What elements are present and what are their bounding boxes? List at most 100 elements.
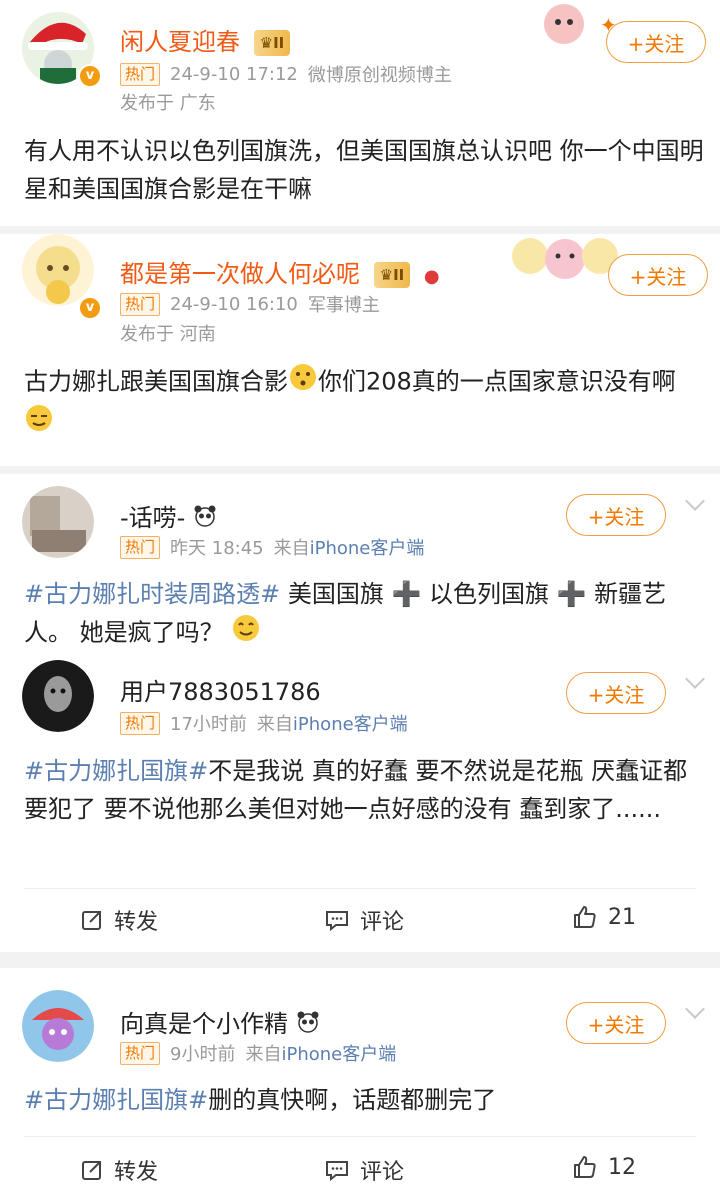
rank-badge: ♛ II (253, 30, 291, 56)
verified-badge: v (78, 296, 102, 320)
comment-icon (326, 911, 348, 932)
like-count: 21 (608, 904, 636, 930)
medal-icon: ● (423, 266, 440, 287)
follow-button[interactable]: +关注 (606, 21, 706, 63)
region: 发布于 广东 (120, 93, 216, 114)
source-client[interactable]: iPhone客户端 (310, 538, 425, 559)
username-text[interactable]: 向真是个小作精 (120, 1010, 288, 1038)
divider-gap (0, 952, 720, 968)
avatar[interactable] (22, 660, 94, 732)
sleepy-emoji (24, 403, 54, 444)
timestamp: 24-9-10 16:10 (170, 293, 298, 315)
hot-badge: 热门 (120, 535, 161, 559)
author-title: 微博原创视频博主 (307, 65, 452, 86)
panda-emoji (296, 1010, 320, 1040)
source-prefix: 来自 (273, 538, 310, 559)
drooling-emoji (231, 613, 261, 654)
username-text[interactable]: 都是第一次做人何必呢 (120, 260, 360, 288)
panda-emoji (193, 504, 217, 534)
avatar[interactable] (22, 486, 94, 558)
repost-label: 转发 (114, 910, 159, 935)
comment-label: 评论 (360, 1160, 405, 1185)
post-text-part: 古力娜扎跟美国国旗合影 (24, 367, 288, 396)
action-divider (24, 1136, 696, 1137)
cartoon-avatar (22, 990, 94, 1062)
chevron-down-icon[interactable] (685, 491, 705, 511)
avatar[interactable] (22, 234, 94, 306)
source-prefix: 来自 (256, 714, 293, 735)
post-meta: 热门 昨天 18:45 来自iPhone客户端 (120, 534, 424, 560)
post-meta: 热门 24-9-10 16:10 军事博主 (120, 291, 380, 317)
action-divider (24, 888, 696, 889)
source-client[interactable]: iPhone客户端 (293, 714, 408, 735)
follow-button[interactable]: +关注 (566, 672, 666, 714)
like-count: 12 (608, 1154, 636, 1180)
username[interactable]: -话唠- (120, 498, 217, 534)
author-title: 军事博主 (307, 295, 380, 316)
divider-gap (0, 466, 720, 474)
username-text[interactable]: -话唠- (120, 504, 185, 532)
verified-badge: v (78, 64, 102, 88)
avatar[interactable] (22, 990, 94, 1062)
username[interactable]: 闲人夏迎春 ♛ II (120, 22, 291, 57)
comment-button[interactable]: 评论 (324, 904, 404, 936)
hot-badge: 热门 (120, 62, 161, 86)
hot-badge: 热门 (120, 292, 161, 316)
timestamp: 9小时前 (170, 1044, 236, 1065)
post-meta: 热门 17小时前 来自iPhone客户端 (120, 710, 408, 736)
post-5: 向真是个小作精 热门 9小时前 来自iPhone客户端 +关注 #古力娜扎国旗#… (0, 968, 720, 1200)
post-text: #古力娜扎国旗#不是我说 真的好蠢 要不然说是花瓶 厌蠢证都要犯了 要不说他那么… (24, 752, 704, 828)
post-4: 用户7883051786 热门 17小时前 来自iPhone客户端 +关注 #古… (0, 656, 720, 952)
username[interactable]: 向真是个小作精 (120, 1004, 320, 1040)
repost-label: 转发 (114, 1160, 159, 1185)
follow-button[interactable]: +关注 (566, 494, 666, 536)
chevron-down-icon[interactable] (685, 999, 705, 1019)
username-text[interactable]: 闲人夏迎春 (120, 28, 240, 56)
like-button[interactable]: 21 (572, 904, 636, 930)
region: 发布于 河南 (120, 324, 216, 345)
follow-button[interactable]: +关注 (566, 1002, 666, 1044)
comment-button[interactable]: 评论 (324, 1154, 404, 1186)
hashtag-link[interactable]: #古力娜扎国旗# (24, 1086, 208, 1114)
source-client[interactable]: iPhone客户端 (281, 1044, 396, 1065)
comment-label: 评论 (360, 910, 405, 935)
hot-badge: 热门 (120, 711, 161, 735)
room-photo-avatar (22, 486, 94, 558)
chevron-down-icon[interactable] (685, 669, 705, 689)
hashtag-link[interactable]: #古力娜扎时装周路透# (24, 580, 280, 608)
comment-icon (326, 1161, 348, 1182)
like-button[interactable]: 12 (572, 1154, 636, 1180)
divider-gap (0, 226, 720, 234)
repost-icon (82, 1161, 101, 1180)
hot-badge: 热门 (120, 1041, 161, 1065)
rank-level: II (393, 266, 405, 284)
anime-girl-avatar (22, 234, 94, 306)
repost-button[interactable]: 转发 (80, 1154, 158, 1186)
rank-level: II (273, 34, 285, 52)
post-3: -话唠- 热门 昨天 18:45 来自iPhone客户端 +关注 #古力娜扎时装… (0, 474, 720, 656)
post-text: #古力娜扎时装周路透# 美国国旗 ➕ 以色列国旗 ➕ 新疆艺人。 她是疯了吗？ (24, 575, 704, 654)
timestamp: 昨天 18:45 (170, 538, 264, 559)
post-meta: 热门 24-9-10 17:12 微博原创视频博主 (120, 61, 452, 87)
post-text: #古力娜扎国旗#删的真快啊，话题都删完了 (24, 1081, 704, 1119)
username[interactable]: 用户7883051786 (120, 672, 321, 707)
post-text: 古力娜扎跟美国国旗合影 你们208真的一点国家意识没有啊 (24, 362, 704, 444)
dark-portrait-avatar (22, 660, 94, 732)
hashtag-link[interactable]: #古力娜扎国旗# (24, 757, 208, 785)
post-text: 有人用不认识以色列国旗洗，但美国国旗总认识吧 你一个中国明星和美国国旗合影是在干… (24, 137, 704, 203)
post-text-part: 你们208真的一点国家意识没有啊 (318, 367, 676, 396)
post-1: v 闲人夏迎春 ♛ II 热门 24-9-10 17:12 微博原创视频博主 发… (0, 0, 720, 226)
repost-icon (82, 911, 101, 930)
rank-badge: ♛ II (373, 262, 411, 288)
username[interactable]: 都是第一次做人何必呢 ♛ II ● (120, 254, 440, 289)
source-prefix: 来自 (245, 1044, 282, 1065)
thinking-emoji (288, 362, 318, 403)
timestamp: 17小时前 (170, 714, 247, 735)
post-meta: 热门 9小时前 来自iPhone客户端 (120, 1040, 396, 1066)
like-icon (574, 906, 596, 928)
follow-button[interactable]: +关注 (608, 254, 708, 296)
post-text-body: 删的真快啊，话题都删完了 (208, 1086, 497, 1114)
post-2: v 都是第一次做人何必呢 ♛ II ● 热门 24-9-10 16:10 军事博… (0, 234, 720, 466)
repost-button[interactable]: 转发 (80, 904, 158, 936)
like-icon (574, 1156, 596, 1178)
